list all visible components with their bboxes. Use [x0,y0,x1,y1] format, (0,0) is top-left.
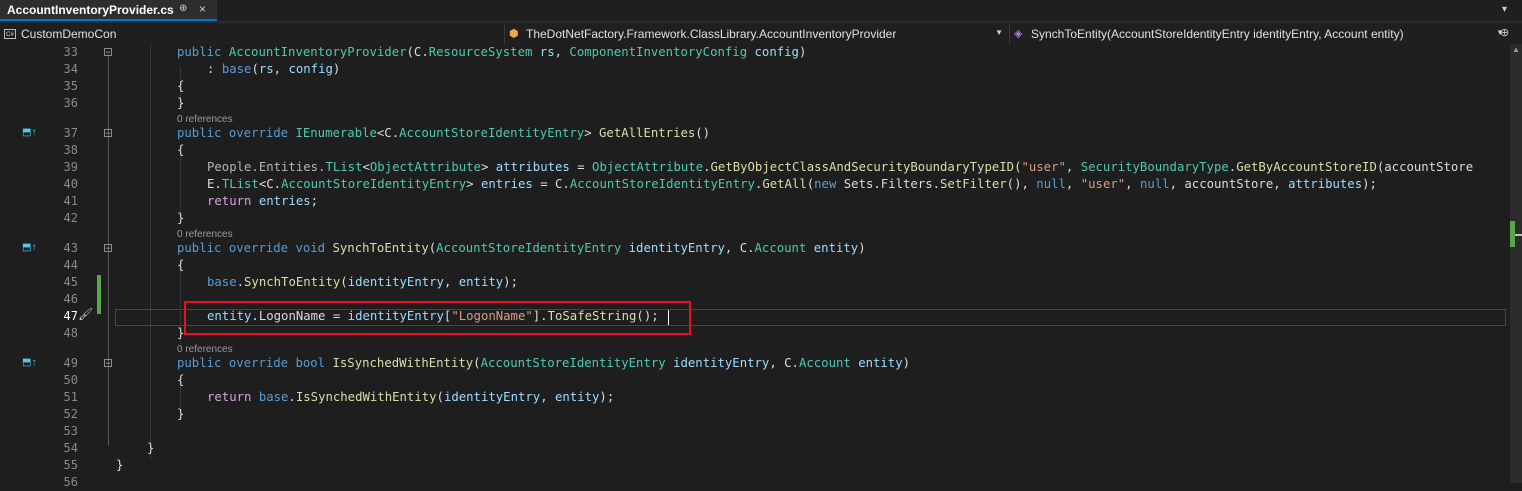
code-line: 52 } [0,406,1510,423]
code-text: base.SynchToEntity(identityEntry, entity… [207,275,518,289]
line-number: 42 [63,211,78,225]
code-text: public override void SynchToEntity(Accou… [177,241,866,255]
code-text: { [177,79,185,93]
line-number: 43 [63,241,78,255]
code-text: } [147,441,155,455]
line-number: 53 [63,424,78,438]
line-number: 55 [63,458,78,472]
codelens-references[interactable]: 0 references [177,114,233,125]
document-tab[interactable]: AccountInventoryProvider.cs ⊕ × [0,0,217,21]
code-line: 42 } [0,210,1510,227]
collapse-icon[interactable]: − [104,359,112,368]
line-number: 41 [63,194,78,208]
line-number: 33 [63,45,78,59]
line-number: 50 [63,373,78,387]
member-dropdown[interactable]: ◈ SynchToEntity(AccountStoreIdentityEntr… [1010,23,1510,44]
code-text: E.TList<C.AccountStoreIdentityEntry> ent… [207,177,1377,191]
line-number: 45 [63,275,78,289]
tab-title: AccountInventoryProvider.cs [7,2,174,17]
line-number: 47 [63,309,78,323]
code-line: ⬒↑ 43 − public override void SynchToEnti… [0,240,1510,257]
collapse-icon[interactable]: − [104,244,112,253]
code-line: 44 { [0,257,1510,274]
line-number: 52 [63,407,78,421]
codelens-references[interactable]: 0 references [177,229,233,240]
code-line: ⬒↑ 49 − public override bool IsSynchedWi… [0,355,1510,372]
code-text: { [177,143,185,157]
code-text: } [177,96,185,110]
tab-list-dropdown-icon[interactable]: ▾ [1502,4,1507,15]
line-number: 44 [63,258,78,272]
line-number: 35 [63,79,78,93]
code-text: } [177,211,185,225]
collapse-icon[interactable]: − [104,129,112,138]
annotation-highlight-box [184,301,691,335]
line-number: 39 [63,160,78,174]
method-icon: ◈ [1014,27,1023,40]
code-text: public override IEnumerable<C.AccountSto… [177,126,711,140]
navigation-bar: C# CustomDemoCon ⬢ TheDotNetFactory.Fram… [0,23,1522,45]
line-number: 51 [63,390,78,404]
member-name: SynchToEntity(AccountStoreIdentityEntry … [1031,26,1404,41]
collapse-icon[interactable]: − [104,48,112,57]
line-number: 46 [63,292,78,306]
vertical-scrollbar[interactable]: ▲ [1510,44,1522,483]
code-line: 36 } [0,95,1510,112]
line-number: 36 [63,96,78,110]
project-dropdown[interactable]: C# CustomDemoCon [0,23,505,44]
line-number: 40 [63,177,78,191]
close-icon[interactable]: × [199,2,206,16]
code-text: { [177,373,185,387]
line-number: 48 [63,326,78,340]
code-line: 38 { [0,142,1510,159]
scroll-up-icon[interactable]: ▲ [1512,45,1520,54]
code-text: { [177,258,185,272]
code-line: 50 { [0,372,1510,389]
code-line: 53 [0,423,1510,440]
code-text: return base.IsSynchedWithEntity(identity… [207,390,615,404]
code-line: 40 E.TList<C.AccountStoreIdentityEntry> … [0,176,1510,193]
code-text: : base(rs, config) [207,62,341,76]
csharp-project-icon: C# [4,28,16,39]
code-text: } [177,407,185,421]
type-name: TheDotNetFactory.Framework.ClassLibrary.… [526,26,897,41]
line-number: 49 [63,356,78,370]
codelens-references[interactable]: 0 references [177,344,233,355]
scrollbar-caret-marker [1515,234,1522,236]
code-text: } [116,458,124,472]
chevron-down-icon: ▼ [995,28,1003,37]
code-text: public AccountInventoryProvider(C.Resour… [177,45,807,59]
code-text: public override bool IsSynchedWithEntity… [177,356,911,370]
code-line: 41 return entries; [0,193,1510,210]
code-line: ⬒↑ 37 − public override IEnumerable<C.Ac… [0,125,1510,142]
quick-actions-brush-icon[interactable]: 🖌 [78,307,93,321]
type-dropdown[interactable]: ⬢ TheDotNetFactory.Framework.ClassLibrar… [505,23,1010,44]
code-line: 45 base.SynchToEntity(identityEntry, ent… [0,274,1510,291]
code-editor[interactable]: 33 − public AccountInventoryProvider(C.R… [0,44,1510,489]
code-line: 33 − public AccountInventoryProvider(C.R… [0,44,1510,61]
project-name: CustomDemoCon [21,26,117,41]
line-number: 34 [63,62,78,76]
code-line: 39 People.Entities.TList<ObjectAttribute… [0,159,1510,176]
code-line: 51 return base.IsSynchedWithEntity(ident… [0,389,1510,406]
pin-icon[interactable]: ⊕ [179,3,187,14]
code-line: 55 } [0,457,1510,474]
line-number: 38 [63,143,78,157]
line-number: 54 [63,441,78,455]
line-number: 37 [63,126,78,140]
code-line: 34 : base(rs, config) [0,61,1510,78]
code-text: People.Entities.TList<ObjectAttribute> a… [207,160,1474,174]
code-text: return entries; [207,194,319,208]
class-icon: ⬢ [509,27,519,40]
code-line: 54 } [0,440,1510,457]
split-editor-icon[interactable]: ⊕ [1500,26,1509,39]
code-line: 35 { [0,78,1510,95]
document-tab-bar: AccountInventoryProvider.cs ⊕ × ▾ [0,0,1522,23]
